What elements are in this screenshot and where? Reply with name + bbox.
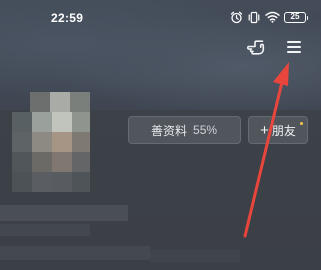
add-friend-button[interactable]: + 朋友 (248, 116, 308, 144)
status-bar: 22:59 25 (0, 0, 321, 34)
wifi-icon (265, 11, 280, 23)
avatar[interactable] (12, 92, 132, 212)
battery-level: 25 (290, 12, 300, 21)
plus-icon: + (260, 121, 269, 139)
add-friend-label: 朋友 (271, 123, 296, 138)
complete-profile-label: 善资料 (151, 123, 188, 138)
complete-profile-button[interactable]: 善资料 55% (128, 116, 241, 144)
status-icons: 25 (230, 10, 308, 24)
blurred-bio-line (0, 246, 150, 260)
screen: 22:59 25 善资料 55% + 朋友 (0, 0, 321, 270)
vibrate-icon (247, 11, 261, 24)
blurred-bio-line-2 (150, 250, 240, 262)
menu-icon[interactable] (285, 38, 303, 56)
notification-dot (300, 122, 303, 125)
blurred-username (0, 205, 128, 221)
status-time: 22:59 (51, 11, 84, 25)
hand-pointer-icon[interactable] (245, 36, 267, 58)
profile-complete-percent: 55% (193, 123, 218, 137)
blurred-info-line (0, 224, 90, 236)
battery-icon: 25 (284, 11, 308, 23)
alarm-icon (230, 11, 243, 24)
